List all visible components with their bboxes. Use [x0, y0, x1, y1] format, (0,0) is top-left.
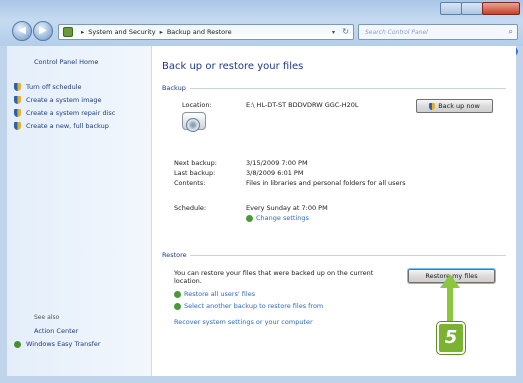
- title-bar: ◀ ▶ ▸ System and Security ▸ Backup and R…: [0, 0, 523, 46]
- address-bar[interactable]: ▸ System and Security ▸ Backup and Resto…: [58, 24, 354, 40]
- shield-icon: [174, 290, 181, 298]
- last-backup-value: 3/8/2009 6:01 PM: [246, 169, 304, 177]
- select-another-backup-link[interactable]: Select another backup to restore files f…: [174, 302, 323, 310]
- refresh-icon[interactable]: ↻: [342, 27, 349, 36]
- shield-icon: [14, 109, 21, 117]
- button-label: Back up now: [438, 102, 480, 110]
- link-label: Windows Easy Transfer: [26, 340, 101, 348]
- back-button[interactable]: ◀: [12, 21, 32, 41]
- shield-icon: [14, 83, 21, 91]
- address-dropdown-icon[interactable]: ▾: [332, 29, 335, 36]
- contents-label: Contents:: [174, 179, 206, 187]
- section-divider: [190, 88, 506, 89]
- drive-icon: [180, 106, 210, 136]
- breadcrumb-system-security[interactable]: System and Security: [88, 28, 155, 36]
- search-icon[interactable]: ⌕: [509, 27, 513, 37]
- transfer-icon: [14, 340, 21, 348]
- breadcrumb-backup-restore[interactable]: Backup and Restore: [167, 28, 232, 36]
- contents-value: Files in libraries and personal folders …: [246, 179, 406, 187]
- settings-shield-icon: [246, 214, 253, 222]
- schedule-label: Schedule:: [174, 204, 207, 212]
- back-up-now-button[interactable]: Back up now: [416, 99, 493, 113]
- restore-all-users-link[interactable]: Restore all users' files: [174, 290, 255, 298]
- callout-arrow-shaft: [447, 286, 453, 322]
- schedule-value: Every Sunday at 7:00 PM: [246, 204, 328, 212]
- breadcrumb-chevron-icon[interactable]: ▸: [81, 28, 84, 36]
- step-number-badge: 5: [437, 322, 465, 354]
- create-system-image-link[interactable]: Create a system image: [14, 96, 102, 104]
- change-settings-link[interactable]: Change settings: [246, 214, 309, 222]
- last-backup-label: Last backup:: [174, 169, 216, 177]
- next-backup-value: 3/15/2009 7:00 PM: [246, 159, 308, 167]
- shield-icon: [174, 302, 181, 310]
- search-input[interactable]: Search Control Panel ⌕: [358, 24, 518, 40]
- see-also-heading: See also: [34, 314, 60, 321]
- restore-section-heading: Restore: [162, 251, 187, 259]
- shield-icon: [14, 122, 21, 130]
- section-divider: [190, 255, 506, 256]
- search-placeholder: Search Control Panel: [365, 29, 428, 36]
- shield-icon: [14, 96, 21, 104]
- link-label: Change settings: [256, 214, 309, 222]
- close-button[interactable]: [482, 2, 520, 15]
- page-title: Back up or restore your files: [162, 61, 304, 72]
- link-label: Restore all users' files: [184, 290, 256, 298]
- create-repair-disc-link[interactable]: Create a system repair disc: [14, 109, 115, 117]
- recover-system-settings-link[interactable]: Recover system settings or your computer: [174, 318, 313, 326]
- minimize-button[interactable]: [440, 2, 462, 15]
- control-panel-home-link[interactable]: Control Panel Home: [34, 58, 98, 66]
- backup-section-heading: Backup: [162, 84, 186, 92]
- link-label: Turn off schedule: [26, 83, 82, 91]
- control-panel-window: ◀ ▶ ▸ System and Security ▸ Backup and R…: [0, 0, 523, 383]
- control-panel-icon: [63, 27, 73, 37]
- link-label: Create a new, full backup: [26, 122, 109, 130]
- window-controls: [440, 2, 520, 16]
- shield-icon: [429, 102, 436, 110]
- link-label: Select another backup to restore files f…: [184, 302, 324, 310]
- turn-off-schedule-link[interactable]: Turn off schedule: [14, 83, 82, 91]
- create-full-backup-link[interactable]: Create a new, full backup: [14, 122, 109, 130]
- breadcrumb-chevron-icon[interactable]: ▸: [160, 28, 163, 36]
- restore-description: You can restore your files that were bac…: [174, 269, 374, 285]
- action-center-link[interactable]: Action Center: [34, 327, 78, 335]
- next-backup-label: Next backup:: [174, 159, 217, 167]
- disc-icon: [186, 118, 200, 132]
- forward-button[interactable]: ▶: [33, 21, 53, 41]
- link-label: Create a system image: [26, 96, 102, 104]
- windows-easy-transfer-link[interactable]: Windows Easy Transfer: [14, 340, 101, 348]
- link-label: Create a system repair disc: [26, 109, 116, 117]
- maximize-button[interactable]: [461, 2, 483, 15]
- left-navigation-pane: Control Panel Home Turn off schedule Cre…: [7, 46, 152, 376]
- location-value: E:\ HL-DT-ST BDDVDRW GGC-H20L: [246, 101, 359, 109]
